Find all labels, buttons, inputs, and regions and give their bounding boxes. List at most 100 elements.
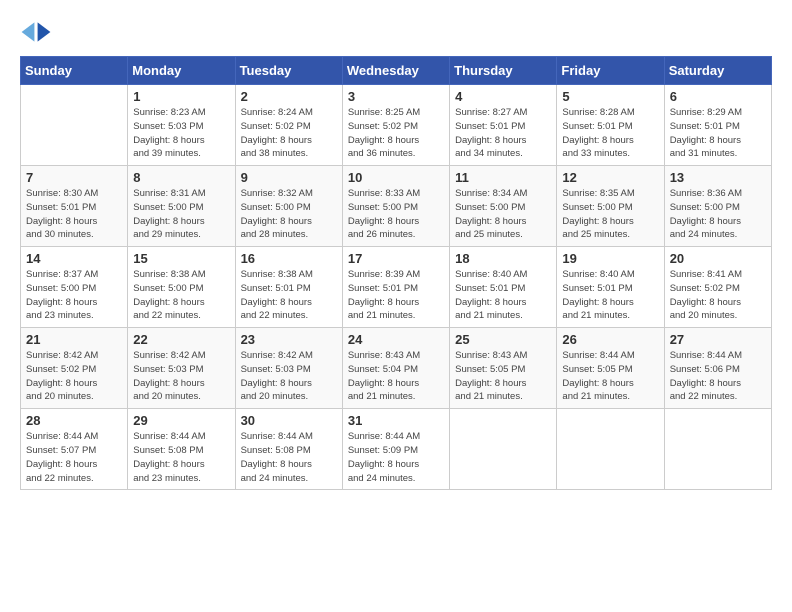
calendar-cell — [664, 409, 771, 490]
day-info: Sunrise: 8:42 AM Sunset: 5:03 PM Dayligh… — [241, 349, 337, 404]
day-info: Sunrise: 8:32 AM Sunset: 5:00 PM Dayligh… — [241, 187, 337, 242]
day-info: Sunrise: 8:35 AM Sunset: 5:00 PM Dayligh… — [562, 187, 658, 242]
day-number: 10 — [348, 170, 444, 185]
day-number: 6 — [670, 89, 766, 104]
calendar-cell: 22 Sunrise: 8:42 AM Sunset: 5:03 PM Dayli… — [128, 328, 235, 409]
day-info: Sunrise: 8:34 AM Sunset: 5:00 PM Dayligh… — [455, 187, 551, 242]
weekday-header: Friday — [557, 57, 664, 85]
calendar-cell: 1 Sunrise: 8:23 AM Sunset: 5:03 PM Daylig… — [128, 85, 235, 166]
weekday-header: Wednesday — [342, 57, 449, 85]
day-number: 16 — [241, 251, 337, 266]
day-number: 18 — [455, 251, 551, 266]
calendar-cell: 4 Sunrise: 8:27 AM Sunset: 5:01 PM Daylig… — [450, 85, 557, 166]
day-number: 13 — [670, 170, 766, 185]
calendar-week-row: 1 Sunrise: 8:23 AM Sunset: 5:03 PM Daylig… — [21, 85, 772, 166]
day-info: Sunrise: 8:23 AM Sunset: 5:03 PM Dayligh… — [133, 106, 229, 161]
calendar-cell: 3 Sunrise: 8:25 AM Sunset: 5:02 PM Daylig… — [342, 85, 449, 166]
day-info: Sunrise: 8:43 AM Sunset: 5:05 PM Dayligh… — [455, 349, 551, 404]
weekday-header: Thursday — [450, 57, 557, 85]
day-number: 21 — [26, 332, 122, 347]
calendar-cell: 28 Sunrise: 8:44 AM Sunset: 5:07 PM Dayli… — [21, 409, 128, 490]
day-number: 27 — [670, 332, 766, 347]
day-info: Sunrise: 8:36 AM Sunset: 5:00 PM Dayligh… — [670, 187, 766, 242]
day-number: 26 — [562, 332, 658, 347]
day-number: 22 — [133, 332, 229, 347]
day-number: 20 — [670, 251, 766, 266]
calendar-cell: 14 Sunrise: 8:37 AM Sunset: 5:00 PM Dayli… — [21, 247, 128, 328]
day-info: Sunrise: 8:37 AM Sunset: 5:00 PM Dayligh… — [26, 268, 122, 323]
calendar-week-row: 28 Sunrise: 8:44 AM Sunset: 5:07 PM Dayli… — [21, 409, 772, 490]
calendar: SundayMondayTuesdayWednesdayThursdayFrid… — [20, 56, 772, 490]
calendar-cell: 29 Sunrise: 8:44 AM Sunset: 5:08 PM Dayli… — [128, 409, 235, 490]
day-number: 17 — [348, 251, 444, 266]
calendar-cell: 25 Sunrise: 8:43 AM Sunset: 5:05 PM Dayli… — [450, 328, 557, 409]
day-info: Sunrise: 8:43 AM Sunset: 5:04 PM Dayligh… — [348, 349, 444, 404]
calendar-cell: 8Sunrise: 8:31 AM Sunset: 5:00 PM Daylig… — [128, 166, 235, 247]
day-number: 15 — [133, 251, 229, 266]
calendar-cell: 16Sunrise: 8:38 AM Sunset: 5:01 PM Dayli… — [235, 247, 342, 328]
calendar-week-row: 7Sunrise: 8:30 AM Sunset: 5:01 PM Daylig… — [21, 166, 772, 247]
calendar-cell: 9 Sunrise: 8:32 AM Sunset: 5:00 PM Daylig… — [235, 166, 342, 247]
calendar-cell: 23 Sunrise: 8:42 AM Sunset: 5:03 PM Dayli… — [235, 328, 342, 409]
calendar-week-row: 21 Sunrise: 8:42 AM Sunset: 5:02 PM Dayli… — [21, 328, 772, 409]
calendar-cell: 12 Sunrise: 8:35 AM Sunset: 5:00 PM Dayli… — [557, 166, 664, 247]
calendar-cell: 26 Sunrise: 8:44 AM Sunset: 5:05 PM Dayli… — [557, 328, 664, 409]
calendar-cell: 2 Sunrise: 8:24 AM Sunset: 5:02 PM Daylig… — [235, 85, 342, 166]
day-number: 23 — [241, 332, 337, 347]
calendar-cell: 31Sunrise: 8:44 AM Sunset: 5:09 PM Dayli… — [342, 409, 449, 490]
day-number: 5 — [562, 89, 658, 104]
day-number: 3 — [348, 89, 444, 104]
day-number: 14 — [26, 251, 122, 266]
day-number: 2 — [241, 89, 337, 104]
day-info: Sunrise: 8:28 AM Sunset: 5:01 PM Dayligh… — [562, 106, 658, 161]
weekday-header: Saturday — [664, 57, 771, 85]
calendar-cell: 13 Sunrise: 8:36 AM Sunset: 5:00 PM Dayli… — [664, 166, 771, 247]
day-number: 11 — [455, 170, 551, 185]
day-info: Sunrise: 8:30 AM Sunset: 5:01 PM Dayligh… — [26, 187, 122, 242]
day-info: Sunrise: 8:44 AM Sunset: 5:08 PM Dayligh… — [133, 430, 229, 485]
day-number: 19 — [562, 251, 658, 266]
day-number: 31 — [348, 413, 444, 428]
day-number: 9 — [241, 170, 337, 185]
calendar-cell — [450, 409, 557, 490]
calendar-cell: 5 Sunrise: 8:28 AM Sunset: 5:01 PM Daylig… — [557, 85, 664, 166]
day-info: Sunrise: 8:24 AM Sunset: 5:02 PM Dayligh… — [241, 106, 337, 161]
logo-icon — [20, 16, 52, 48]
calendar-cell: 19 Sunrise: 8:40 AM Sunset: 5:01 PM Dayli… — [557, 247, 664, 328]
weekday-header: Tuesday — [235, 57, 342, 85]
day-number: 25 — [455, 332, 551, 347]
weekday-header: Monday — [128, 57, 235, 85]
day-info: Sunrise: 8:40 AM Sunset: 5:01 PM Dayligh… — [455, 268, 551, 323]
calendar-cell: 27 Sunrise: 8:44 AM Sunset: 5:06 PM Dayli… — [664, 328, 771, 409]
page: SundayMondayTuesdayWednesdayThursdayFrid… — [0, 0, 792, 612]
calendar-cell: 7Sunrise: 8:30 AM Sunset: 5:01 PM Daylig… — [21, 166, 128, 247]
day-info: Sunrise: 8:40 AM Sunset: 5:01 PM Dayligh… — [562, 268, 658, 323]
day-info: Sunrise: 8:38 AM Sunset: 5:00 PM Dayligh… — [133, 268, 229, 323]
calendar-header: SundayMondayTuesdayWednesdayThursdayFrid… — [21, 57, 772, 85]
logo — [20, 16, 56, 48]
day-number: 30 — [241, 413, 337, 428]
day-number: 24 — [348, 332, 444, 347]
day-info: Sunrise: 8:44 AM Sunset: 5:07 PM Dayligh… — [26, 430, 122, 485]
day-info: Sunrise: 8:44 AM Sunset: 5:05 PM Dayligh… — [562, 349, 658, 404]
day-info: Sunrise: 8:42 AM Sunset: 5:03 PM Dayligh… — [133, 349, 229, 404]
day-info: Sunrise: 8:25 AM Sunset: 5:02 PM Dayligh… — [348, 106, 444, 161]
day-info: Sunrise: 8:44 AM Sunset: 5:06 PM Dayligh… — [670, 349, 766, 404]
calendar-cell: 15 Sunrise: 8:38 AM Sunset: 5:00 PM Dayli… — [128, 247, 235, 328]
day-info: Sunrise: 8:31 AM Sunset: 5:00 PM Dayligh… — [133, 187, 229, 242]
calendar-cell — [21, 85, 128, 166]
day-info: Sunrise: 8:27 AM Sunset: 5:01 PM Dayligh… — [455, 106, 551, 161]
day-number: 1 — [133, 89, 229, 104]
day-info: Sunrise: 8:33 AM Sunset: 5:00 PM Dayligh… — [348, 187, 444, 242]
day-info: Sunrise: 8:42 AM Sunset: 5:02 PM Dayligh… — [26, 349, 122, 404]
day-number: 28 — [26, 413, 122, 428]
calendar-cell: 6Sunrise: 8:29 AM Sunset: 5:01 PM Daylig… — [664, 85, 771, 166]
weekday-row: SundayMondayTuesdayWednesdayThursdayFrid… — [21, 57, 772, 85]
weekday-header: Sunday — [21, 57, 128, 85]
day-info: Sunrise: 8:39 AM Sunset: 5:01 PM Dayligh… — [348, 268, 444, 323]
day-number: 4 — [455, 89, 551, 104]
calendar-cell — [557, 409, 664, 490]
day-number: 29 — [133, 413, 229, 428]
day-number: 12 — [562, 170, 658, 185]
header — [20, 16, 772, 48]
